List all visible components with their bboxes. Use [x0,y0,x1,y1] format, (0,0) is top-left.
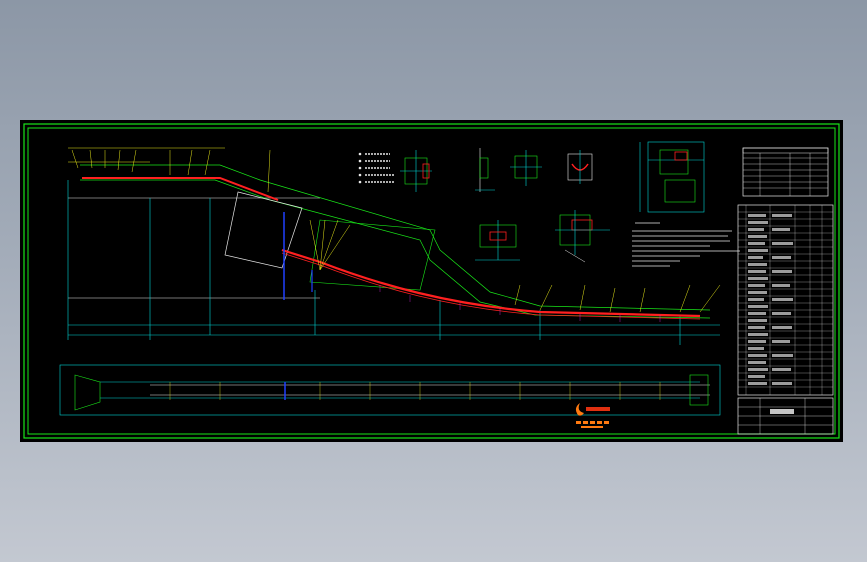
drawing-sheet[interactable] [20,120,843,442]
title-block [737,147,834,435]
symbol-legend [358,152,395,184]
cad-viewport[interactable] [0,0,867,562]
technical-notes [632,222,740,267]
company-logo-icon [575,403,610,428]
plan-view [59,364,721,416]
inner-frame [27,127,836,435]
main-elevation-view [67,147,721,345]
detail-views [358,141,705,263]
drawing-canvas [23,123,840,439]
